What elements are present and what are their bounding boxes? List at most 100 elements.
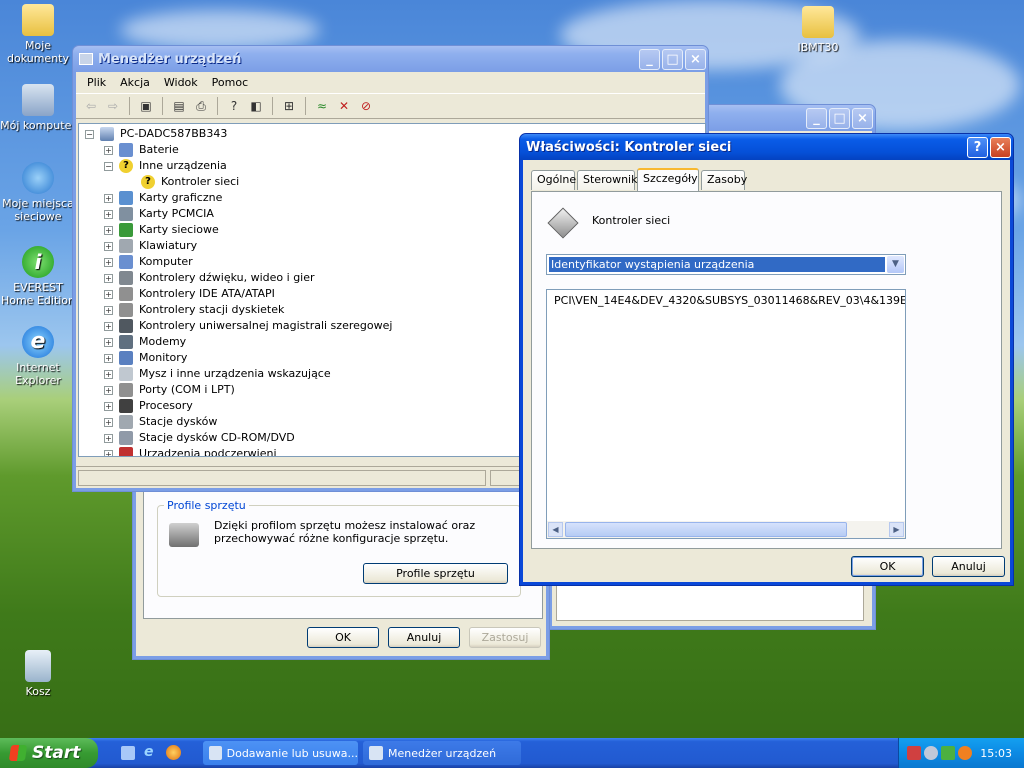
- tree-item[interactable]: + Procesory: [104, 398, 193, 414]
- back-arrow-icon[interactable]: ⇦: [82, 98, 100, 114]
- expand-icon[interactable]: +: [104, 257, 113, 267]
- tree-item[interactable]: + Karty graficzne: [104, 190, 222, 206]
- collapse-icon[interactable]: −: [85, 129, 94, 139]
- desktop-icon-everest[interactable]: i EVEREST Home Edition: [0, 246, 76, 307]
- tree-item[interactable]: + Mysz i inne urządzenia wskazujące: [104, 366, 331, 382]
- expand-icon[interactable]: +: [104, 369, 113, 379]
- minimize-button[interactable]: _: [639, 48, 660, 70]
- uninstall-device-icon[interactable]: ⊘: [357, 98, 375, 114]
- tab-driver[interactable]: Sterownik: [577, 170, 637, 190]
- clock[interactable]: 15:03: [980, 747, 1012, 760]
- cancel-button[interactable]: Anuluj: [932, 556, 1005, 577]
- internet-explorer-icon[interactable]: e: [144, 745, 159, 760]
- expand-icon[interactable]: +: [104, 401, 113, 411]
- expand-icon[interactable]: +: [104, 273, 113, 283]
- tree-item[interactable]: + Kontrolery uniwersalnej magistrali szer…: [104, 318, 392, 334]
- desktop-icon-internet-explorer[interactable]: e Internet Explorer: [0, 326, 76, 387]
- taskbar-task-add-remove[interactable]: Dodawanie lub usuwa...: [203, 741, 358, 765]
- title-bar[interactable]: Menedżer urządzeń _ □ ×: [73, 46, 708, 72]
- expand-icon[interactable]: +: [104, 385, 113, 395]
- value-text[interactable]: PCI\VEN_14E4&DEV_4320&SUBSYS_03011468&RE…: [554, 294, 905, 307]
- tree-item[interactable]: ? Kontroler sieci: [141, 174, 239, 190]
- tree-item[interactable]: + Porty (COM i LPT): [104, 382, 235, 398]
- property-select[interactable]: Identyfikator wystąpienia urządzenia ▼: [546, 254, 906, 275]
- horizontal-scrollbar[interactable]: ◀ ▶: [547, 521, 905, 538]
- tree-item[interactable]: + Monitory: [104, 350, 187, 366]
- tab-resources[interactable]: Zasoby: [701, 170, 747, 190]
- start-button[interactable]: Start: [0, 738, 98, 768]
- print-icon[interactable]: ⎙: [192, 98, 210, 114]
- tree-item[interactable]: + Karty sieciowe: [104, 222, 219, 238]
- desktop-icon-recycle-bin[interactable]: Kosz: [0, 650, 76, 698]
- tree-item[interactable]: + Stacje dysków CD-ROM/DVD: [104, 430, 295, 446]
- desktop-icon-my-computer[interactable]: Mój komputer: [0, 84, 76, 132]
- tray-network-icon[interactable]: [907, 746, 921, 760]
- show-hide-console-tree-icon[interactable]: ▣: [137, 98, 155, 114]
- scan-hardware-icon[interactable]: ⊞: [280, 98, 298, 114]
- menu-plik[interactable]: Plik: [80, 76, 113, 89]
- collapse-icon[interactable]: −: [104, 161, 113, 171]
- disable-device-icon[interactable]: ✕: [335, 98, 353, 114]
- update-driver-icon[interactable]: ≈: [313, 98, 331, 114]
- close-button[interactable]: ×: [685, 48, 706, 70]
- tree-item[interactable]: + Urządzenia podczerwieni: [104, 446, 277, 456]
- title-bar[interactable]: Właściwości: Kontroler sieci ? ×: [520, 134, 1013, 160]
- expand-icon[interactable]: +: [104, 209, 113, 219]
- expand-icon[interactable]: +: [104, 449, 113, 456]
- value-list[interactable]: PCI\VEN_14E4&DEV_4320&SUBSYS_03011468&RE…: [546, 289, 906, 539]
- tree-item[interactable]: + Kontrolery IDE ATA/ATAPI: [104, 286, 275, 302]
- help-button[interactable]: ?: [967, 136, 988, 158]
- expand-icon[interactable]: +: [104, 433, 113, 443]
- tree-item[interactable]: + Stacje dysków: [104, 414, 217, 430]
- cancel-button[interactable]: Anuluj: [388, 627, 460, 648]
- desktop-icon-ibmt30[interactable]: IBMT30: [780, 6, 856, 54]
- tab-general[interactable]: Ogólne: [531, 170, 576, 190]
- close-button[interactable]: ×: [852, 107, 873, 129]
- menu-akcja[interactable]: Akcja: [113, 76, 157, 89]
- tray-power-icon[interactable]: [958, 746, 972, 760]
- tree-item[interactable]: + Komputer: [104, 254, 193, 270]
- properties-dialog[interactable]: Właściwości: Kontroler sieci ? × Ogólne …: [519, 133, 1014, 586]
- ok-button[interactable]: OK: [851, 556, 924, 577]
- desktop-icon-my-documents[interactable]: Moje dokumenty: [0, 4, 76, 65]
- help-icon[interactable]: ?: [225, 98, 243, 114]
- minimize-button[interactable]: _: [806, 107, 827, 129]
- apply-button[interactable]: Zastosuj: [469, 627, 541, 648]
- scroll-left-icon[interactable]: ◀: [548, 522, 563, 537]
- menu-widok[interactable]: Widok: [157, 76, 205, 89]
- media-player-icon[interactable]: [166, 745, 181, 760]
- properties-icon[interactable]: ▤: [170, 98, 188, 114]
- expand-icon[interactable]: +: [104, 225, 113, 235]
- tree-item[interactable]: + Modemy: [104, 334, 186, 350]
- maximize-button[interactable]: □: [662, 48, 683, 70]
- desktop-icon-network[interactable]: Moje miejsca sieciowe: [0, 162, 76, 223]
- expand-icon[interactable]: +: [104, 241, 113, 251]
- tree-item[interactable]: + Klawiatury: [104, 238, 197, 254]
- forward-arrow-icon[interactable]: ⇨: [104, 98, 122, 114]
- tray-bluetooth-icon[interactable]: [941, 746, 955, 760]
- tree-root[interactable]: − PC-DADC587BB343: [85, 126, 227, 142]
- ok-button[interactable]: OK: [307, 627, 379, 648]
- view-icon[interactable]: ◧: [247, 98, 265, 114]
- close-button[interactable]: ×: [990, 136, 1011, 158]
- tree-item[interactable]: + Baterie: [104, 142, 179, 158]
- expand-icon[interactable]: +: [104, 145, 113, 155]
- maximize-button[interactable]: □: [829, 107, 850, 129]
- scroll-thumb[interactable]: [565, 522, 847, 537]
- expand-icon[interactable]: +: [104, 193, 113, 203]
- tree-item[interactable]: + Karty PCMCIA: [104, 206, 214, 222]
- scroll-right-icon[interactable]: ▶: [889, 522, 904, 537]
- tab-details[interactable]: Szczegóły: [637, 168, 699, 191]
- tree-item[interactable]: + Kontrolery stacji dyskietek: [104, 302, 284, 318]
- expand-icon[interactable]: +: [104, 353, 113, 363]
- menu-pomoc[interactable]: Pomoc: [205, 76, 255, 89]
- tray-sound-icon[interactable]: [924, 746, 938, 760]
- expand-icon[interactable]: +: [104, 417, 113, 427]
- expand-icon[interactable]: +: [104, 305, 113, 315]
- taskbar-task-device-manager[interactable]: Menedżer urządzeń: [363, 741, 521, 765]
- expand-icon[interactable]: +: [104, 321, 113, 331]
- hardware-profiles-button[interactable]: Profile sprzętu: [363, 563, 508, 584]
- system-properties-window[interactable]: Profile sprzętu Dzięki profilom sprzętu …: [132, 470, 550, 660]
- chevron-down-icon[interactable]: ▼: [887, 256, 904, 273]
- tree-item[interactable]: −? Inne urządzenia: [104, 158, 227, 174]
